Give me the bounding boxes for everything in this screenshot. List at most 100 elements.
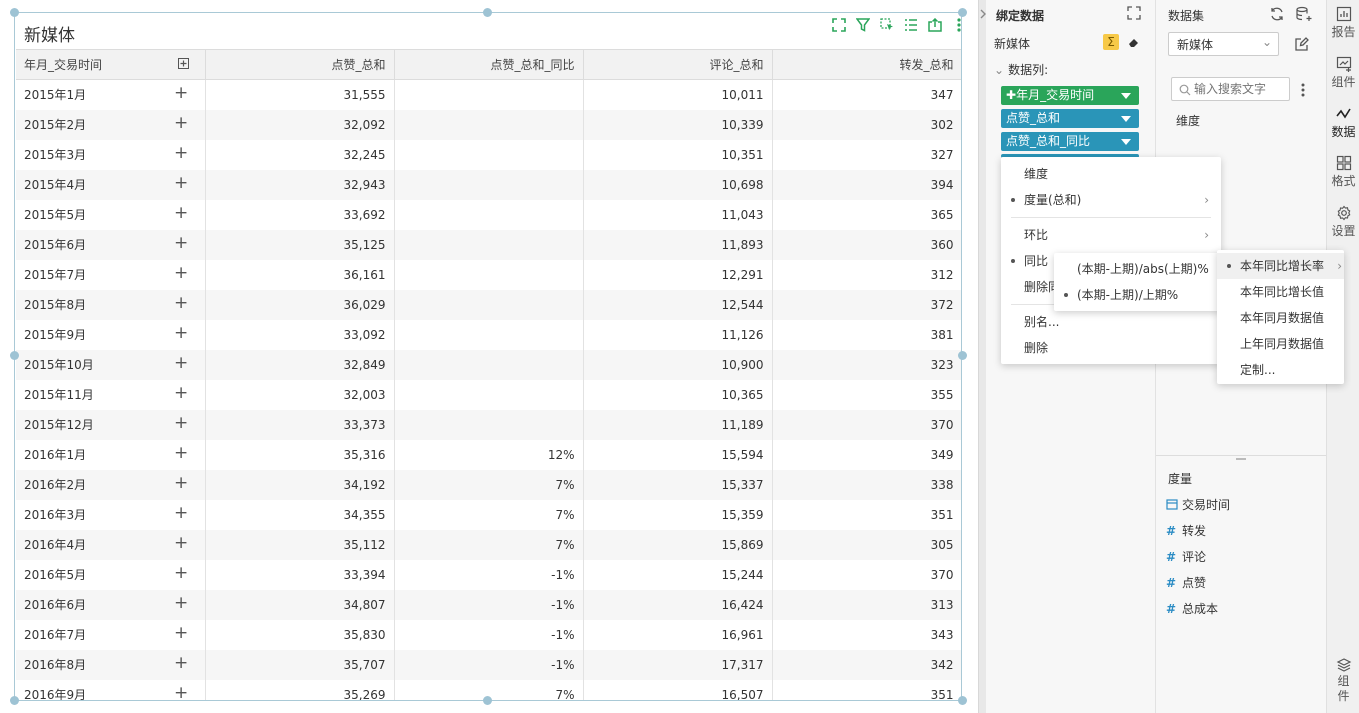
rail-layers[interactable]: 组件 — [1327, 657, 1359, 704]
expand-row-icon[interactable]: + — [174, 473, 188, 493]
cell-likes-yoy[interactable] — [394, 349, 584, 380]
menu-item-dimension[interactable]: 维度 — [1001, 161, 1221, 187]
cell-likes-sum[interactable]: 35,707 — [205, 649, 395, 680]
cell-likes-sum[interactable]: 34,192 — [205, 469, 395, 500]
cell-shares-sum[interactable]: 305 — [772, 529, 961, 560]
add-dataset-icon[interactable] — [1295, 6, 1313, 22]
cell-likes-yoy[interactable]: -1% — [394, 619, 584, 650]
cell-comments-sum[interactable]: 11,189 — [583, 409, 773, 440]
data-columns-header[interactable]: ⌄ 数据列: — [994, 61, 1048, 78]
cell-period[interactable]: 2015年6月 + — [16, 229, 206, 260]
cell-comments-sum[interactable]: 16,424 — [583, 589, 773, 620]
cell-shares-sum[interactable]: 365 — [772, 199, 961, 230]
field-comments[interactable]: # 评论 — [1166, 548, 1206, 565]
menu-item-custom[interactable]: 定制... — [1217, 357, 1344, 383]
expand-row-icon[interactable]: + — [174, 323, 188, 343]
cell-likes-sum[interactable]: 35,316 — [205, 439, 395, 470]
split-divider[interactable] — [1156, 455, 1326, 461]
cell-comments-sum[interactable]: 11,043 — [583, 199, 773, 230]
expand-all-icon[interactable] — [177, 58, 189, 69]
cell-comments-sum[interactable]: 16,961 — [583, 619, 773, 650]
panel-collapse-bar[interactable] — [978, 0, 986, 713]
cell-comments-sum[interactable]: 15,869 — [583, 529, 773, 560]
resize-handle-bottom-left[interactable] — [10, 696, 19, 705]
cell-likes-sum[interactable]: 34,807 — [205, 589, 395, 620]
cell-period[interactable]: 2015年9月 + — [16, 319, 206, 350]
cell-comments-sum[interactable]: 11,893 — [583, 229, 773, 260]
cell-likes-sum[interactable]: 35,269 — [205, 679, 395, 700]
menu-item-last-year-same-month[interactable]: 上年同月数据值 — [1217, 331, 1344, 357]
cell-likes-sum[interactable]: 35,112 — [205, 529, 395, 560]
rail-report[interactable]: 报告 — [1327, 6, 1359, 40]
cell-comments-sum[interactable]: 11,126 — [583, 319, 773, 350]
cell-comments-sum[interactable]: 15,594 — [583, 439, 773, 470]
cell-shares-sum[interactable]: 381 — [772, 319, 961, 350]
field-transaction-time[interactable]: 交易时间 — [1166, 496, 1230, 513]
menu-item-yoy-same-month[interactable]: 本年同月数据值 — [1217, 305, 1344, 331]
caret-down-icon[interactable] — [1121, 116, 1131, 122]
cell-comments-sum[interactable]: 17,317 — [583, 649, 773, 680]
cell-period[interactable]: 2016年4月 + — [16, 529, 206, 560]
cell-likes-sum[interactable]: 33,373 — [205, 409, 395, 440]
cell-likes-sum[interactable]: 32,849 — [205, 349, 395, 380]
field-shares[interactable]: # 转发 — [1166, 522, 1206, 539]
eraser-icon[interactable] — [1128, 36, 1140, 48]
cell-likes-sum[interactable]: 32,092 — [205, 109, 395, 140]
cell-likes-yoy[interactable] — [394, 319, 584, 350]
expand-row-icon[interactable]: + — [174, 383, 188, 403]
cell-likes-yoy[interactable] — [394, 289, 584, 320]
cell-comments-sum[interactable]: 10,351 — [583, 139, 773, 170]
fullscreen-icon[interactable] — [829, 15, 849, 35]
expand-row-icon[interactable]: + — [174, 293, 188, 313]
cell-period[interactable]: 2015年8月 + — [16, 289, 206, 320]
cell-shares-sum[interactable]: 349 — [772, 439, 961, 470]
cell-shares-sum[interactable]: 351 — [772, 499, 961, 530]
menu-item-alias[interactable]: 别名... — [1001, 309, 1221, 335]
cell-likes-sum[interactable]: 36,029 — [205, 289, 395, 320]
cell-shares-sum[interactable]: 394 — [772, 169, 961, 200]
expand-row-icon[interactable]: + — [174, 563, 188, 583]
pill-likes-sum[interactable]: 点赞_总和 — [1001, 109, 1139, 128]
cell-period[interactable]: 2015年5月 + — [16, 199, 206, 230]
cell-comments-sum[interactable]: 10,365 — [583, 379, 773, 410]
cell-likes-sum[interactable]: 33,394 — [205, 559, 395, 590]
cell-shares-sum[interactable]: 372 — [772, 289, 961, 320]
cell-likes-yoy[interactable] — [394, 169, 584, 200]
table-component[interactable]: 新媒体 年月_交易时间 点赞_总和 点赞_总和_同比 评论_总和 转发_总和 2… — [14, 12, 962, 701]
cell-period[interactable]: 2016年3月 + — [16, 499, 206, 530]
cell-comments-sum[interactable]: 16,507 — [583, 679, 773, 700]
cell-likes-yoy[interactable] — [394, 259, 584, 290]
cell-likes-yoy[interactable] — [394, 199, 584, 230]
cell-period[interactable]: 2015年11月 + — [16, 379, 206, 410]
cell-likes-sum[interactable]: 36,161 — [205, 259, 395, 290]
expand-row-icon[interactable]: + — [174, 83, 188, 103]
cell-comments-sum[interactable]: 12,544 — [583, 289, 773, 320]
expand-row-icon[interactable]: + — [174, 233, 188, 253]
caret-down-icon[interactable] — [1121, 139, 1131, 145]
cell-comments-sum[interactable]: 10,011 — [583, 79, 773, 110]
rail-settings[interactable]: 设置 — [1327, 205, 1359, 239]
cell-likes-sum[interactable]: 33,092 — [205, 319, 395, 350]
resize-handle-top-center[interactable] — [483, 8, 492, 17]
header-year-month[interactable]: 年月_交易时间 — [16, 49, 206, 80]
cell-likes-yoy[interactable] — [394, 409, 584, 440]
cell-comments-sum[interactable]: 15,244 — [583, 559, 773, 590]
expand-row-icon[interactable]: + — [174, 593, 188, 613]
expand-row-icon[interactable]: + — [174, 503, 188, 523]
expand-row-icon[interactable]: + — [174, 683, 188, 701]
refresh-icon[interactable] — [1269, 6, 1285, 22]
cell-period[interactable]: 2016年2月 + — [16, 469, 206, 500]
cell-period[interactable]: 2016年8月 + — [16, 649, 206, 680]
cell-likes-sum[interactable]: 31,555 — [205, 79, 395, 110]
cell-shares-sum[interactable]: 323 — [772, 349, 961, 380]
cell-period[interactable]: 2015年2月 + — [16, 109, 206, 140]
resize-handle-bottom-right[interactable] — [958, 696, 967, 705]
caret-down-icon[interactable] — [1121, 93, 1131, 99]
cell-likes-yoy[interactable]: 7% — [394, 529, 584, 560]
field-total-cost[interactable]: # 总成本 — [1166, 600, 1218, 617]
cell-period[interactable]: 2016年7月 + — [16, 619, 206, 650]
cell-shares-sum[interactable]: 342 — [772, 649, 961, 680]
cell-likes-yoy[interactable]: -1% — [394, 649, 584, 680]
cell-likes-yoy[interactable]: -1% — [394, 559, 584, 590]
cell-shares-sum[interactable]: 343 — [772, 619, 961, 650]
